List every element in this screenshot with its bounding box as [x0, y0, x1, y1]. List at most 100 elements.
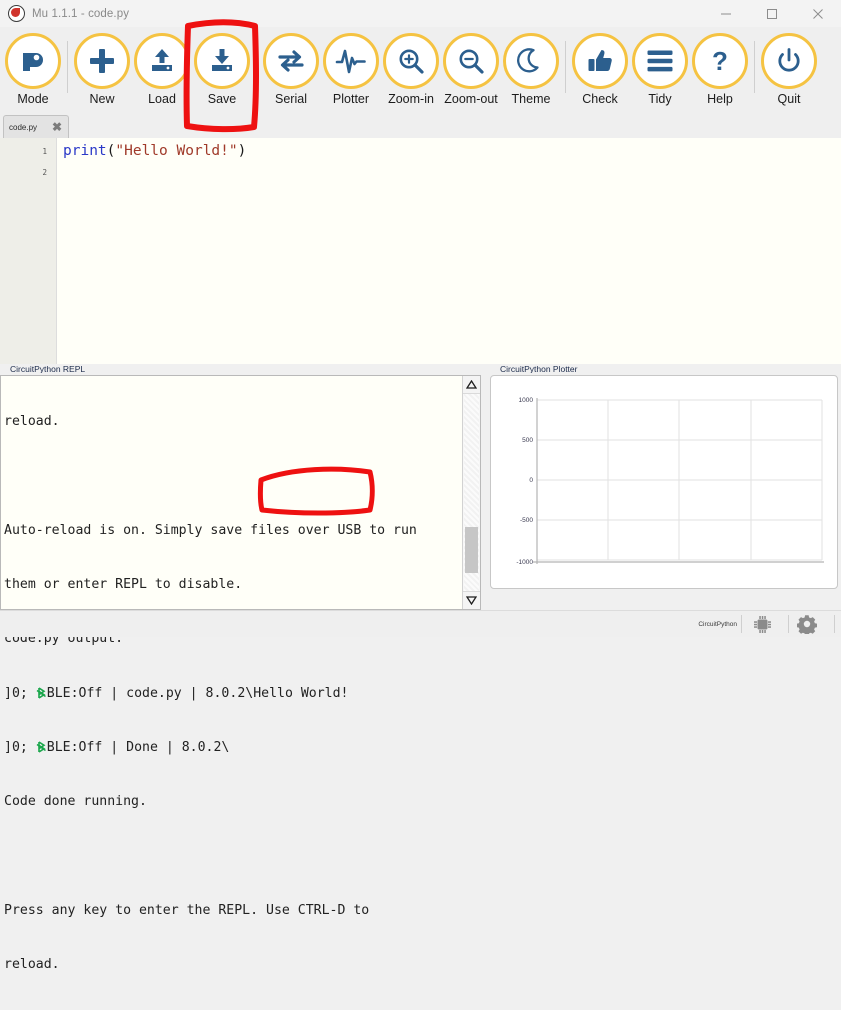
toolbar-button-quit[interactable]: Quit — [759, 27, 819, 113]
line-number-gutter: 1 2 — [0, 138, 57, 364]
waveform-icon — [335, 49, 366, 74]
toolbar-button-tidy[interactable]: Tidy — [630, 27, 690, 113]
scrollbar-track[interactable] — [464, 394, 479, 591]
magnifier-plus-icon — [399, 49, 424, 74]
statusbar-divider — [741, 615, 742, 633]
y-tick-label: -1000 — [516, 559, 533, 566]
triangle-down-icon[interactable] — [463, 591, 480, 609]
code-token-string: "Hello World!" — [115, 143, 238, 159]
repl-line-prefix: ]0; — [4, 685, 36, 701]
line-number: 2 — [42, 168, 47, 177]
toolbar-button-zoom-out[interactable]: Zoom-out — [441, 27, 501, 113]
code-token-function: print — [63, 143, 107, 159]
title-bar: Mu 1.1.1 - code.py — [0, 0, 841, 27]
main-toolbar: Mode New Load Save Serial Plotter Zoom-i… — [0, 27, 841, 114]
mu-editor-window: Mu 1.1.1 - code.py Mode New Load Save Se… — [0, 0, 841, 972]
repl-line: Code done running. — [4, 794, 147, 810]
toolbar-separator — [256, 41, 257, 93]
maximize-icon[interactable] — [749, 0, 795, 27]
toolbar-button-mode[interactable]: Mode — [3, 27, 63, 113]
repl-line-suffix: BLE:Off | code.py | 8.0.2\Hello World! — [46, 685, 349, 701]
toolbar-button-check[interactable]: Check — [570, 27, 630, 113]
toolbar-label-serial: Serial — [275, 92, 307, 106]
toolbar-label-theme: Theme — [511, 92, 551, 106]
download-save-icon-circle — [194, 33, 250, 89]
toolbar-separator — [67, 41, 68, 93]
repl-line: reload. — [4, 957, 60, 972]
gear-icon[interactable] — [790, 611, 823, 637]
window-title: Mu 1.1.1 - code.py — [32, 7, 130, 20]
moon-icon — [517, 48, 539, 73]
plus-icon — [90, 49, 114, 73]
toolbar-label-quit: Quit — [777, 92, 801, 106]
upload-icon-circle — [134, 33, 190, 89]
toolbar-button-serial[interactable]: Serial — [261, 27, 321, 113]
code-token-punctuation: ) — [237, 143, 247, 159]
question-mark-icon: ? — [712, 47, 728, 75]
repl-line-prefix: ]0; — [4, 739, 36, 755]
statusbar-divider — [788, 615, 789, 633]
toolbar-label-new: New — [89, 92, 115, 106]
toolbar-button-new[interactable]: New — [72, 27, 132, 113]
toolbar-label-mode: Mode — [17, 92, 49, 106]
scrollbar-thumb[interactable] — [465, 527, 478, 573]
toolbar-button-save[interactable]: Save — [192, 27, 252, 113]
bottom-panes: CircuitPython REPL reload. Auto-reload i… — [0, 364, 841, 972]
circuitpython-repl-pane[interactable]: reload. Auto-reload is on. Simply save f… — [0, 375, 481, 972]
toolbar-button-help[interactable]: ? Help — [690, 27, 750, 113]
ble-glyph-icon — [36, 686, 47, 699]
tab-code-py[interactable]: code.py ✖ — [3, 115, 69, 138]
y-tick-label: -500 — [520, 517, 533, 524]
chip-icon[interactable] — [746, 611, 779, 637]
waveform-icon-circle — [323, 33, 379, 89]
toolbar-button-plotter[interactable]: Plotter — [321, 27, 381, 113]
toolbar-label-save: Save — [207, 92, 237, 106]
repl-line-ble: ]0; BLE:Off | code.py | 8.0.2\Hello Worl… — [4, 685, 456, 703]
plot-canvas: 1000 500 0 -500 -1000 — [516, 397, 824, 566]
power-icon — [778, 48, 800, 72]
title-bar-left: Mu 1.1.1 - code.py — [8, 0, 129, 27]
thumbs-up-icon — [588, 50, 612, 71]
close-icon[interactable]: ✖ — [51, 121, 63, 133]
circuitpython-plotter-pane[interactable]: 1000 500 0 -500 -1000 — [490, 375, 838, 589]
plotter-pane-title: CircuitPython Plotter — [500, 364, 578, 373]
thumbs-up-icon-circle — [572, 33, 628, 89]
lines-icon — [647, 50, 673, 72]
toolbar-label-plotter: Plotter — [332, 92, 370, 106]
moon-icon-circle — [503, 33, 559, 89]
mu-logo-icon — [8, 5, 25, 22]
toolbar-label-zoom-in: Zoom-in — [388, 92, 434, 106]
toolbar-label-tidy: Tidy — [648, 92, 672, 106]
minimize-icon[interactable] — [703, 0, 749, 27]
code-text-area[interactable]: print("Hello World!") — [57, 138, 841, 364]
power-icon-circle — [761, 33, 817, 89]
status-mode-label[interactable]: CircuitPython — [698, 611, 737, 637]
repl-pane-title: CircuitPython REPL — [10, 364, 86, 373]
window-controls — [703, 0, 841, 27]
magnifier-minus-icon-circle — [443, 33, 499, 89]
mode-icon-circle — [5, 33, 61, 89]
close-icon[interactable] — [795, 0, 841, 27]
status-bar: CircuitPython — [0, 610, 841, 637]
code-editor[interactable]: 1 2 print("Hello World!") — [0, 138, 841, 364]
exchange-arrows-icon-circle — [263, 33, 319, 89]
toolbar-label-check: Check — [582, 92, 618, 106]
magnifier-minus-icon — [459, 49, 484, 74]
triangle-up-icon[interactable] — [463, 376, 480, 394]
repl-line-ble: ]0; BLE:Off | Done | 8.0.2\ — [4, 739, 456, 757]
repl-line: Auto-reload is on. Simply save files ove… — [4, 522, 417, 538]
lines-icon-circle — [632, 33, 688, 89]
download-save-icon — [212, 49, 232, 71]
repl-scrollbar[interactable] — [462, 376, 480, 609]
toolbar-separator — [754, 41, 755, 93]
y-tick-label: 1000 — [519, 397, 534, 404]
repl-line: reload. — [4, 414, 60, 430]
toolbar-button-theme[interactable]: Theme — [501, 27, 561, 113]
tab-label: code.py — [9, 122, 38, 132]
toolbar-separator — [565, 41, 566, 93]
y-tick-label: 0 — [529, 477, 533, 484]
toolbar-button-zoom-in[interactable]: Zoom-in — [381, 27, 441, 113]
repl-line-suffix: BLE:Off | Done | 8.0.2\ — [46, 739, 230, 755]
ble-glyph-icon — [36, 741, 47, 753]
toolbar-button-load[interactable]: Load — [132, 27, 192, 113]
